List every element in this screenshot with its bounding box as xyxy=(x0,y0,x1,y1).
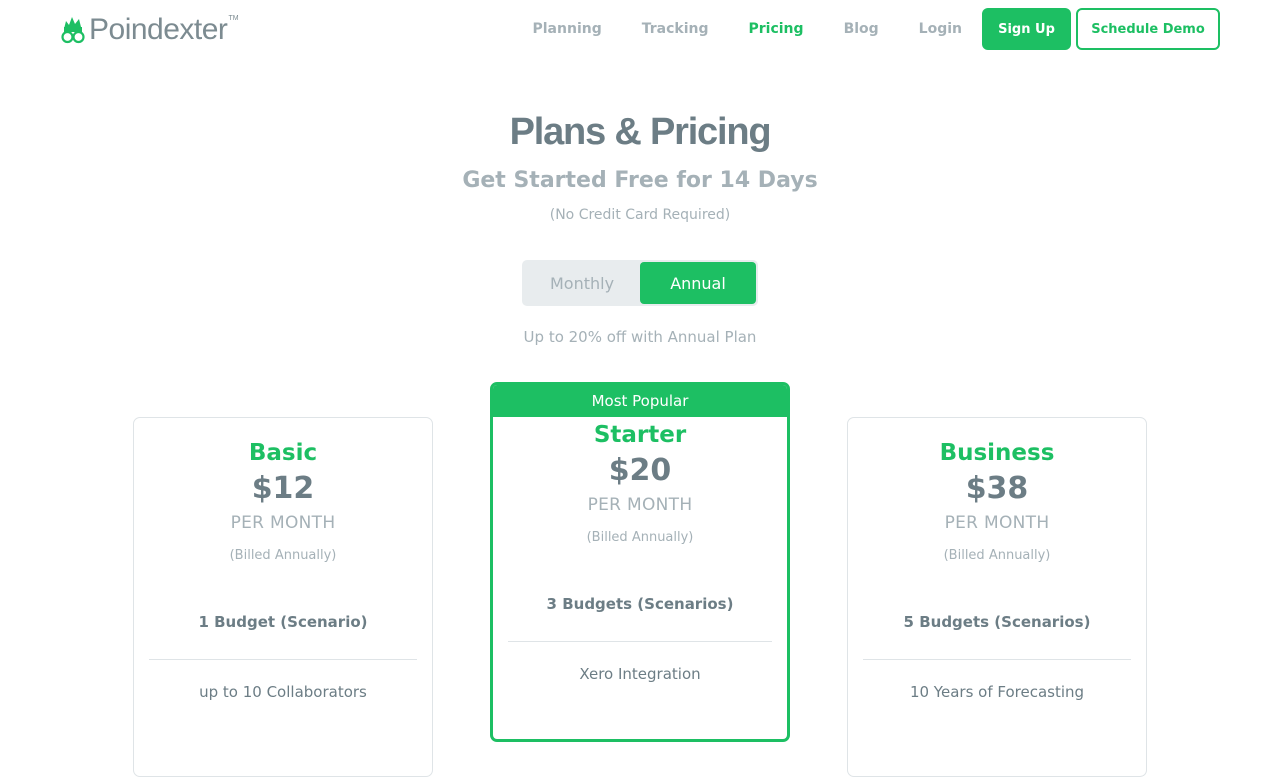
most-popular-badge: Most Popular xyxy=(493,385,787,417)
plan-card-basic: Basic $12 PER MONTH (Billed Annually) 1 … xyxy=(133,417,433,777)
plan-name: Basic xyxy=(248,440,318,466)
plan-feature: up to 10 Collaborators xyxy=(199,683,367,701)
nav-blog[interactable]: Blog xyxy=(844,21,879,37)
plan-budget-feature: 3 Budgets (Scenarios) xyxy=(546,595,734,613)
annual-discount-note: Up to 20% off with Annual Plan xyxy=(523,328,757,346)
poindexter-nerd-glasses-icon xyxy=(61,17,85,44)
plan-budget-feature: 5 Budgets (Scenarios) xyxy=(903,613,1091,631)
plan-price: $20 xyxy=(608,453,672,488)
main-nav: Planning Tracking Pricing Blog Login Sig… xyxy=(533,8,1220,50)
nav-login[interactable]: Login xyxy=(919,21,962,37)
divider xyxy=(149,659,417,660)
plan-card-business: Business $38 PER MONTH (Billed Annually)… xyxy=(847,417,1147,777)
nav-planning[interactable]: Planning xyxy=(533,21,602,37)
plan-name: Starter xyxy=(593,422,687,448)
nav-tracking[interactable]: Tracking xyxy=(642,21,709,37)
plan-billing-note: (Billed Annually) xyxy=(229,548,337,563)
plan-billing-note: (Billed Annually) xyxy=(943,548,1051,563)
plan-billing-note: (Billed Annually) xyxy=(586,530,694,545)
page-title: Plans & Pricing xyxy=(509,111,772,153)
plan-feature: Xero Integration xyxy=(579,665,701,683)
divider xyxy=(508,641,772,642)
plan-name: Business xyxy=(939,440,1055,466)
site-header: Poindexter TM Planning Tracking Pricing … xyxy=(0,0,1280,60)
plan-budget-feature: 1 Budget (Scenario) xyxy=(198,613,368,631)
logo[interactable]: Poindexter TM xyxy=(60,13,239,47)
billing-annual-option[interactable]: Annual xyxy=(640,262,756,304)
nav-pricing[interactable]: Pricing xyxy=(749,21,804,37)
trademark-mark: TM xyxy=(228,15,239,22)
billing-period-toggle: Monthly Annual xyxy=(522,260,758,306)
plan-price: $12 xyxy=(251,471,315,506)
schedule-demo-button[interactable]: Schedule Demo xyxy=(1076,8,1220,50)
plan-price: $38 xyxy=(965,471,1029,506)
no-credit-card-note: (No Credit Card Required) xyxy=(549,207,731,223)
plan-card-starter: Most Popular Starter $20 PER MONTH (Bill… xyxy=(490,382,790,742)
plan-feature: 10 Years of Forecasting xyxy=(909,683,1085,701)
plan-period: PER MONTH xyxy=(230,513,336,533)
plan-period: PER MONTH xyxy=(944,513,1050,533)
billing-monthly-option[interactable]: Monthly xyxy=(524,262,640,304)
brand-name: Poindexter xyxy=(89,13,228,46)
sign-up-button[interactable]: Sign Up xyxy=(982,8,1071,50)
divider xyxy=(863,659,1131,660)
page-subtitle: Get Started Free for 14 Days xyxy=(462,168,818,193)
plan-period: PER MONTH xyxy=(587,495,693,515)
